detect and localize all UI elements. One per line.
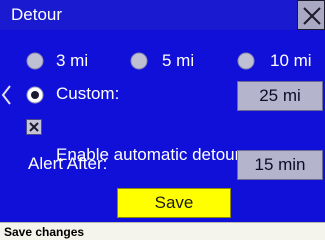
title-bar: Detour <box>0 0 325 30</box>
close-icon <box>303 7 321 25</box>
radio-custom[interactable] <box>26 86 44 104</box>
checkmark-x-icon <box>29 122 39 132</box>
radio-5mi[interactable] <box>130 52 148 70</box>
option-label-5mi: 5 mi <box>162 51 195 70</box>
alert-after-button[interactable]: 15 min <box>237 150 323 180</box>
radio-selected-icon <box>26 86 44 104</box>
custom-label: Custom: <box>56 84 120 103</box>
option-label-3mi: 3 mi <box>56 51 89 70</box>
save-button[interactable]: Save <box>117 188 231 218</box>
close-button[interactable] <box>297 0 325 30</box>
status-text: Save changes <box>4 225 85 239</box>
radio-unselected-icon <box>26 52 44 70</box>
radio-unselected-icon <box>237 52 255 70</box>
window-title: Detour <box>11 5 63 24</box>
auto-detour-checkbox[interactable] <box>26 119 42 135</box>
custom-distance-button[interactable]: 25 mi <box>237 81 323 111</box>
status-bar: Save changes <box>0 222 325 240</box>
back-button[interactable] <box>0 82 14 108</box>
radio-10mi[interactable] <box>237 52 255 70</box>
radio-3mi[interactable] <box>26 52 44 70</box>
chevron-left-icon <box>1 85 11 105</box>
alert-after-label: Alert After: <box>28 154 108 173</box>
option-label-10mi: 10 mi <box>270 51 312 70</box>
radio-unselected-icon <box>130 52 148 70</box>
